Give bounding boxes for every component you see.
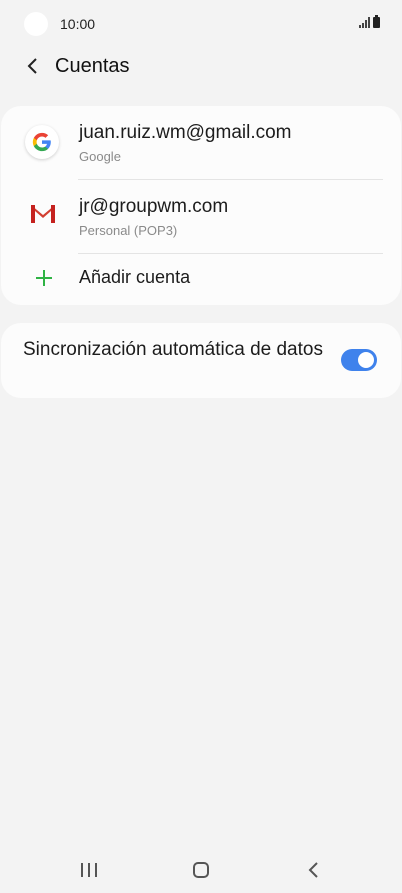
plus-icon: [34, 268, 54, 288]
back-button[interactable]: [20, 54, 44, 78]
auto-sync-label: Sincronización automática de datos: [23, 339, 323, 360]
google-icon: [25, 125, 59, 159]
auto-sync-card[interactable]: Sincronización automática de datos: [1, 323, 401, 398]
home-button[interactable]: [193, 862, 209, 878]
status-time: 10:00: [60, 16, 96, 32]
accounts-card: juan.ruiz.wm@gmail.com Google jr@groupwm…: [1, 106, 401, 305]
account-email: juan.ruiz.wm@gmail.com: [79, 122, 292, 143]
chevron-left-icon: [27, 58, 37, 74]
account-item-google[interactable]: juan.ruiz.wm@gmail.com Google: [1, 106, 401, 179]
gmail-icon: [29, 202, 57, 226]
add-account-button[interactable]: Añadir cuenta: [1, 254, 401, 305]
account-item-pop3[interactable]: jr@groupwm.com Personal (POP3): [1, 180, 401, 253]
navigation-bar: [0, 846, 402, 893]
status-bar: 10:00: [0, 0, 402, 48]
account-type: Google: [79, 149, 121, 164]
toggle-knob: [357, 351, 375, 369]
signal-icon: [359, 16, 370, 28]
nav-back-button[interactable]: [306, 861, 322, 879]
status-icons: [359, 15, 380, 28]
chevron-left-icon: [308, 862, 318, 878]
header: Cuentas: [0, 50, 402, 84]
account-email: jr@groupwm.com: [79, 196, 229, 217]
battery-icon: [373, 15, 380, 28]
recent-apps-button[interactable]: [81, 863, 97, 877]
page-title: Cuentas: [55, 55, 130, 77]
auto-sync-toggle[interactable]: [341, 349, 377, 371]
camera-cutout: [24, 12, 48, 36]
add-account-label: Añadir cuenta: [79, 267, 191, 287]
account-type: Personal (POP3): [79, 223, 178, 238]
